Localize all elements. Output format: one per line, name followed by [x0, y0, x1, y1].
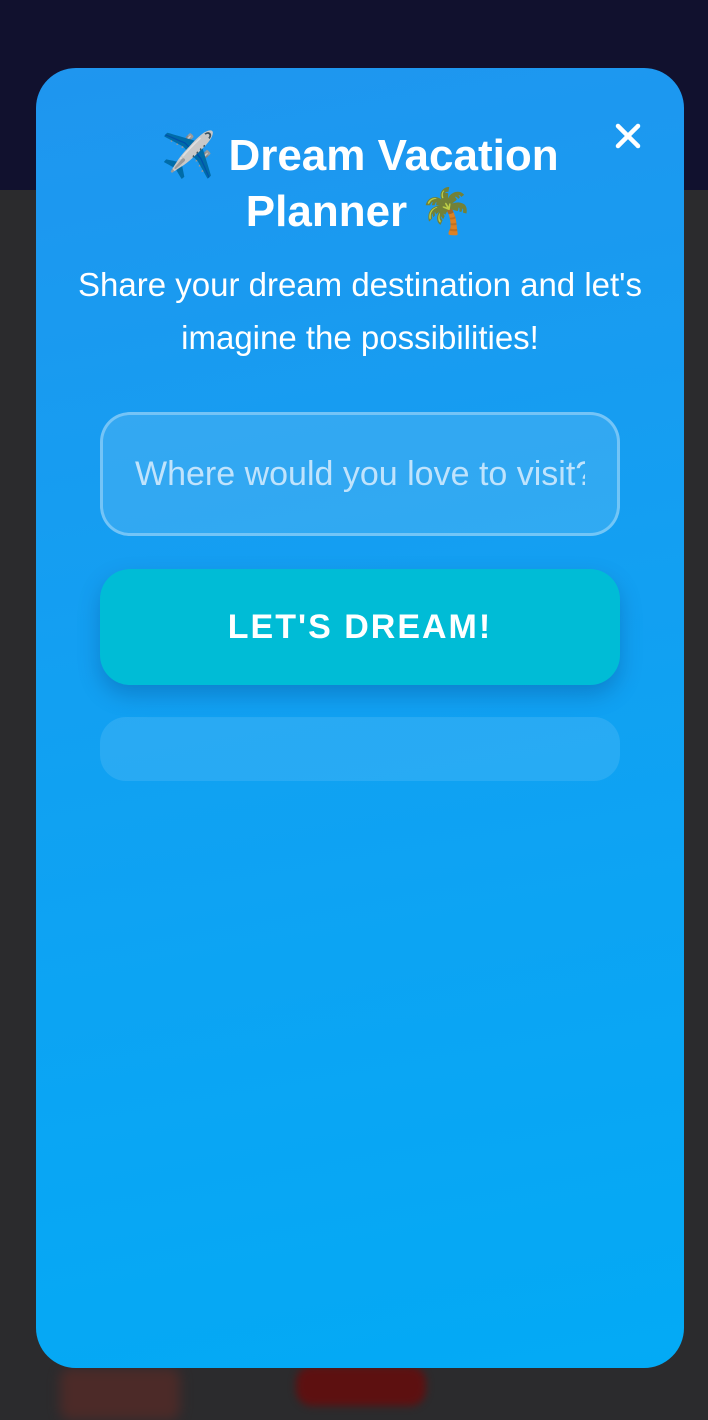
background-element	[60, 1368, 180, 1420]
background-element	[296, 1366, 426, 1406]
modal-title: ✈️ Dream Vacation Planner 🌴	[96, 128, 624, 240]
airplane-icon: ✈️	[161, 131, 217, 180]
vacation-planner-modal: ✈️ Dream Vacation Planner 🌴 Share your d…	[36, 68, 684, 1368]
result-area	[100, 717, 620, 781]
modal-subtitle: Share your dream destination and let's i…	[78, 266, 642, 356]
destination-input[interactable]	[100, 412, 620, 536]
title-text: Dream Vacation Planner	[228, 131, 559, 236]
palm-tree-icon: 🌴	[419, 187, 475, 236]
lets-dream-button[interactable]: LET'S DREAM!	[100, 569, 620, 685]
